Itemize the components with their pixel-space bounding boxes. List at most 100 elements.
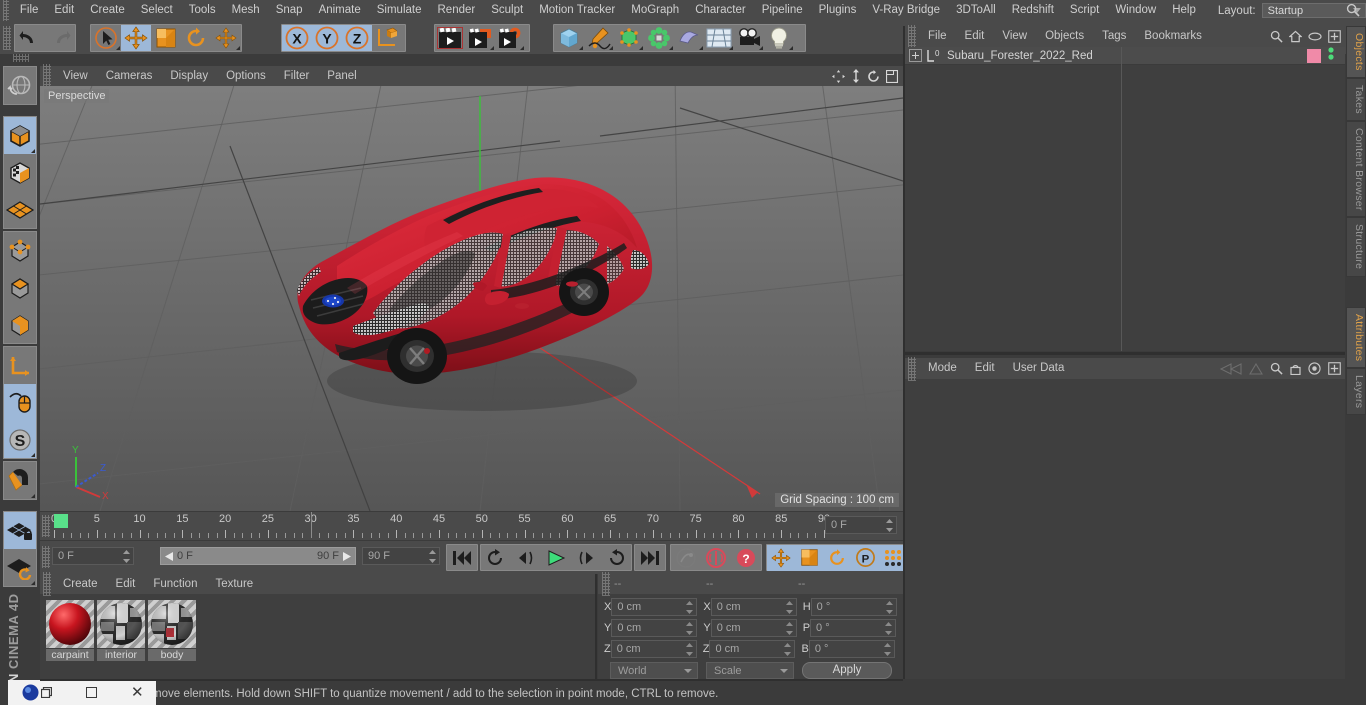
menu-item-motion-tracker[interactable]: Motion Tracker xyxy=(531,0,623,21)
timeline-current-marker[interactable] xyxy=(54,514,68,528)
menu-item-panel[interactable]: Panel xyxy=(318,66,365,86)
transport-grip[interactable] xyxy=(42,546,50,568)
array-deformer-button[interactable] xyxy=(644,25,674,51)
menu-item-bookmarks[interactable]: Bookmarks xyxy=(1135,26,1211,47)
menu-grip[interactable] xyxy=(3,0,9,23)
panel-tab-structure[interactable]: Structure xyxy=(1346,217,1366,277)
material-preview[interactable] xyxy=(148,600,196,648)
coord-rotation-field[interactable]: 0 ° xyxy=(810,598,897,616)
light-button[interactable] xyxy=(764,25,794,51)
spinner-icon[interactable] xyxy=(785,622,793,635)
texture-mode-button[interactable] xyxy=(4,154,36,191)
lock-icon[interactable] xyxy=(1290,362,1301,378)
menu-item-filter[interactable]: Filter xyxy=(275,66,319,86)
scale-tool-button[interactable] xyxy=(151,25,181,51)
menu-item-create[interactable]: Create xyxy=(82,0,133,21)
spinner-icon[interactable] xyxy=(886,519,893,532)
menu-item-view[interactable]: View xyxy=(993,26,1036,47)
record-parameter-button[interactable]: P xyxy=(851,544,879,571)
menu-item-display[interactable]: Display xyxy=(161,66,217,86)
history-forward-icon[interactable] xyxy=(1249,362,1263,378)
viewport-3d[interactable]: Perspective Grid Spacing : 100 cm Y X Z xyxy=(40,86,903,511)
toolbar-grip[interactable] xyxy=(3,26,11,50)
timeline-grip[interactable] xyxy=(42,515,50,537)
add-layer-icon[interactable] xyxy=(1328,30,1341,46)
left-toolbar-grip[interactable] xyxy=(13,54,29,62)
go-to-start-button[interactable] xyxy=(447,545,477,571)
material-coords-divider[interactable] xyxy=(595,574,597,679)
coord-size-field[interactable]: 0 cm xyxy=(709,640,796,658)
menu-item-user-data[interactable]: User Data xyxy=(1004,358,1074,379)
spinner-icon[interactable] xyxy=(885,601,893,614)
bend-deformer-button[interactable] xyxy=(674,25,704,51)
end-frame-field[interactable]: 90 F xyxy=(362,547,440,565)
restore-window-icon[interactable] xyxy=(41,687,52,698)
menu-item-cameras[interactable]: Cameras xyxy=(97,66,162,86)
material-item[interactable]: interior xyxy=(97,600,145,661)
coord-rotation-field[interactable]: 0 ° xyxy=(810,619,897,637)
home-icon[interactable] xyxy=(1288,30,1303,46)
menu-item-simulate[interactable]: Simulate xyxy=(369,0,430,21)
spinner-icon[interactable] xyxy=(885,622,893,635)
world-object-axis-button[interactable] xyxy=(372,25,402,51)
menu-item-edit[interactable]: Edit xyxy=(956,26,994,47)
coord-position-field[interactable]: 0 cm xyxy=(611,598,698,616)
panel-tab-layers[interactable]: Layers xyxy=(1346,368,1366,416)
visibility-icon[interactable] xyxy=(1308,32,1322,44)
spinner-icon[interactable] xyxy=(685,643,693,656)
points-mode-button[interactable] xyxy=(4,232,36,269)
menu-item-animate[interactable]: Animate xyxy=(311,0,369,21)
material-tag[interactable] xyxy=(1307,48,1321,63)
material-preview[interactable] xyxy=(97,600,145,648)
coordinates-grip[interactable] xyxy=(602,572,610,596)
workplane-mode-button[interactable] xyxy=(4,191,36,228)
material-manager-grip[interactable] xyxy=(43,572,51,596)
panel-tab-attributes[interactable]: Attributes xyxy=(1346,306,1366,369)
minimize-window-icon[interactable] xyxy=(86,687,97,698)
x-axis-lock-button[interactable]: X xyxy=(282,25,312,51)
record-active-objects-button[interactable] xyxy=(671,545,701,571)
menu-item-3dtoall[interactable]: 3DToAll xyxy=(948,0,1004,21)
viewport-solo-button[interactable] xyxy=(4,384,36,421)
spinner-icon[interactable] xyxy=(429,550,436,563)
play-button[interactable] xyxy=(541,545,571,571)
menu-item-view[interactable]: View xyxy=(54,66,97,86)
record-position-button[interactable] xyxy=(767,544,795,571)
menu-item-character[interactable]: Character xyxy=(687,0,754,21)
next-keyframe-button[interactable] xyxy=(601,545,631,571)
menu-item-file[interactable]: File xyxy=(919,26,956,47)
menu-item-snap[interactable]: Snap xyxy=(268,0,311,21)
pan-view-icon[interactable] xyxy=(832,69,845,86)
edges-mode-button[interactable] xyxy=(4,269,36,306)
material-preview[interactable] xyxy=(46,600,94,648)
panel-tab-objects[interactable]: Objects xyxy=(1346,26,1366,78)
car-model-subaru-forester[interactable] xyxy=(277,138,697,438)
coord-size-field[interactable]: 0 cm xyxy=(710,598,797,616)
menu-item-objects[interactable]: Objects xyxy=(1036,26,1093,47)
spinner-icon[interactable] xyxy=(883,643,891,656)
render-settings-button[interactable] xyxy=(495,25,525,51)
menu-item-texture[interactable]: Texture xyxy=(206,574,262,594)
maximize-view-icon[interactable] xyxy=(885,69,899,86)
spline-pen-button[interactable] xyxy=(584,25,614,51)
menu-item-window[interactable]: Window xyxy=(1107,0,1164,21)
spinner-icon[interactable] xyxy=(123,550,130,563)
timeline-playhead[interactable] xyxy=(310,512,312,538)
object-tree[interactable]: 0 Subaru_Forester_2022_Red xyxy=(905,47,1345,351)
range-right-arrow-icon[interactable] xyxy=(343,551,351,561)
render-view-button[interactable] xyxy=(435,25,465,51)
menu-item-pipeline[interactable]: Pipeline xyxy=(754,0,811,21)
menu-item-v-ray-bridge[interactable]: V-Ray Bridge xyxy=(864,0,948,21)
menu-item-sculpt[interactable]: Sculpt xyxy=(483,0,531,21)
menu-item-plugins[interactable]: Plugins xyxy=(811,0,865,21)
step-forward-button[interactable] xyxy=(571,545,601,571)
keyframe-selection-button[interactable]: ? xyxy=(731,545,761,571)
target-icon[interactable] xyxy=(1308,362,1321,378)
rotate-view-icon[interactable] xyxy=(867,69,880,86)
attributes-content[interactable] xyxy=(905,379,1345,679)
model-mode-button[interactable] xyxy=(4,117,36,154)
menu-item-tools[interactable]: Tools xyxy=(181,0,224,21)
undo-view-button[interactable] xyxy=(4,67,36,104)
object-row[interactable]: 0 Subaru_Forester_2022_Red xyxy=(905,47,1345,65)
coord-position-field[interactable]: 0 cm xyxy=(611,619,698,637)
